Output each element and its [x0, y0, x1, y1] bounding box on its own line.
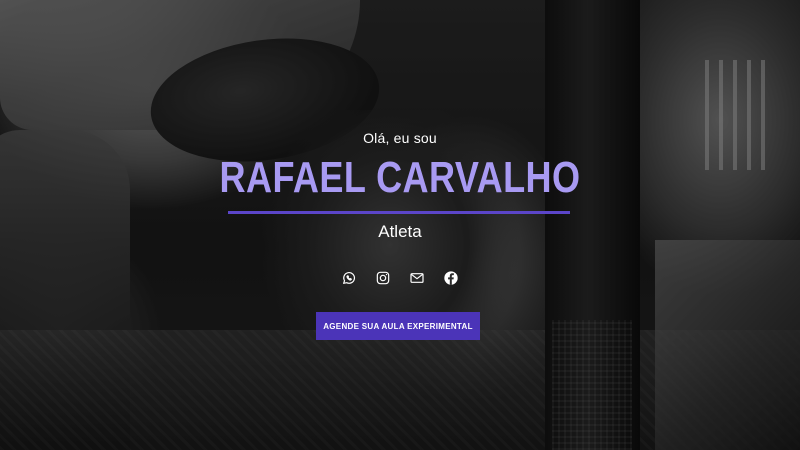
whatsapp-icon: [343, 272, 356, 284]
social-links: [340, 268, 460, 288]
hero-content: Olá, eu sou RAFAEL CARVALHO Atleta AGEND…: [0, 0, 800, 450]
instagram-icon: [376, 271, 390, 285]
schedule-trial-class-button[interactable]: AGENDE SUA AULA EXPERIMENTAL: [316, 312, 480, 340]
name-underline: [228, 211, 570, 214]
role-text: Atleta: [378, 222, 422, 241]
whatsapp-link[interactable]: [340, 269, 358, 287]
facebook-icon: [444, 271, 458, 285]
greeting-text: Olá, eu sou: [363, 130, 437, 146]
athlete-name: RAFAEL CARVALHO: [219, 153, 581, 202]
instagram-link[interactable]: [374, 269, 392, 287]
email-link[interactable]: [408, 269, 426, 287]
facebook-link[interactable]: [442, 269, 460, 287]
email-icon: [410, 273, 424, 283]
hero-section: Olá, eu sou RAFAEL CARVALHO Atleta AGEND…: [0, 0, 800, 450]
